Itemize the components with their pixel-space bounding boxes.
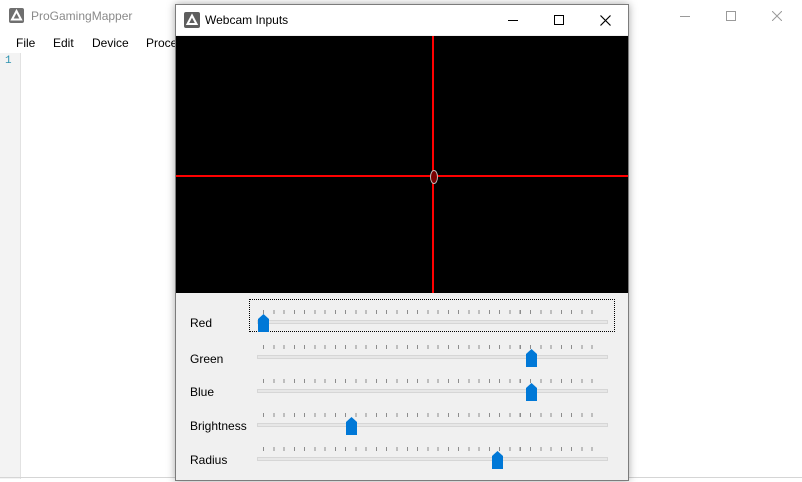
dialog-maximize-button[interactable]: [536, 5, 582, 35]
slider-ticks: [263, 413, 602, 417]
webcam-inputs-dialog: Webcam Inputs Red Green Blue Brightness …: [175, 4, 629, 481]
menu-file[interactable]: File: [16, 36, 35, 50]
tracking-marker: [430, 170, 438, 184]
maximize-icon: [554, 15, 564, 25]
line-number: 1: [5, 55, 12, 67]
menu-process[interactable]: Proce: [146, 36, 177, 50]
red-slider[interactable]: [257, 310, 608, 332]
slider-ticks: [263, 345, 602, 349]
main-window-title: ProGamingMapper: [31, 9, 133, 23]
minimize-icon: [680, 15, 690, 17]
slider-ticks: [263, 310, 602, 314]
main-minimize-button[interactable]: [662, 0, 708, 31]
slider-ticks: [263, 447, 602, 451]
slider-track: [257, 457, 608, 461]
webcam-preview: [176, 36, 628, 293]
dialog-close-button[interactable]: [582, 5, 628, 35]
dialog-titlebar[interactable]: Webcam Inputs: [176, 5, 628, 35]
crosshair-vertical: [432, 36, 434, 293]
main-close-button[interactable]: [754, 0, 800, 31]
brightness-slider[interactable]: [257, 413, 608, 435]
menu-device[interactable]: Device: [92, 36, 129, 50]
slider-track: [257, 320, 608, 324]
main-maximize-button[interactable]: [708, 0, 754, 31]
brightness-label: Brightness: [190, 419, 247, 433]
menu-edit[interactable]: Edit: [53, 36, 74, 50]
slider-panel: Red Green Blue Brightness Radius: [176, 294, 628, 480]
green-slider[interactable]: [257, 345, 608, 367]
dialog-title: Webcam Inputs: [205, 13, 289, 27]
slider-track: [257, 355, 608, 359]
close-icon: [599, 14, 611, 26]
slider-track: [257, 389, 608, 393]
line-number-gutter: 1: [0, 53, 21, 479]
slider-thumb[interactable]: [346, 417, 358, 435]
blue-slider[interactable]: [257, 379, 608, 401]
app-logo-icon: [9, 8, 24, 23]
dialog-minimize-button[interactable]: [490, 5, 536, 35]
red-label: Red: [190, 316, 213, 330]
slider-thumb[interactable]: [525, 383, 537, 401]
slider-thumb[interactable]: [491, 451, 503, 469]
crosshair-horizontal: [176, 175, 628, 177]
slider-ticks: [263, 379, 602, 383]
slider-track: [257, 423, 608, 427]
minimize-icon: [508, 20, 518, 21]
slider-thumb[interactable]: [525, 349, 537, 367]
maximize-icon: [726, 10, 736, 21]
radius-label: Radius: [190, 453, 228, 467]
slider-thumb[interactable]: [258, 314, 269, 332]
app-logo-icon: [184, 12, 200, 28]
blue-label: Blue: [190, 385, 215, 399]
radius-slider[interactable]: [257, 447, 608, 469]
green-label: Green: [190, 352, 224, 366]
close-icon: [772, 10, 782, 21]
